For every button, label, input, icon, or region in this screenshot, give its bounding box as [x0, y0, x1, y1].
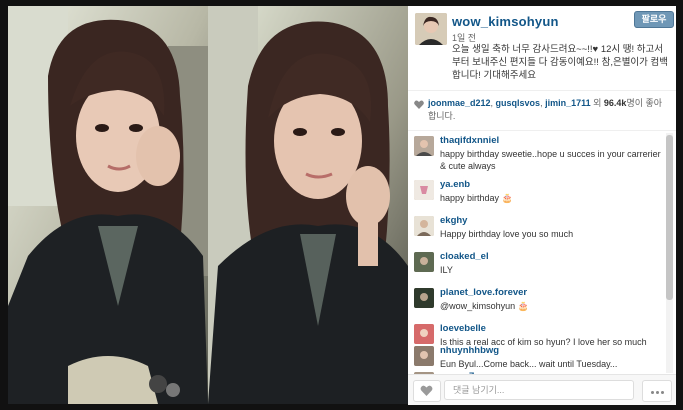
comment-input[interactable]: 댓글 남기기...	[444, 380, 634, 400]
likes-summary: joonmae_d212, gusqlsvos, jimin_1711 외 96…	[408, 90, 676, 131]
follow-button[interactable]: 팔로우	[634, 11, 674, 28]
commenter-username[interactable]: ekghy	[440, 215, 467, 226]
more-options-icon	[655, 391, 659, 394]
like-button[interactable]	[413, 380, 441, 402]
commenter-username[interactable]: ya.enb	[440, 179, 470, 190]
likes-count[interactable]: 96.4k	[604, 98, 627, 108]
comments-list[interactable]: thaqifdxnniel happy birthday sweetie..ho…	[408, 130, 676, 375]
commenter-avatar[interactable]	[414, 288, 434, 308]
post-caption: 오늘 생일 축하 너무 감사드려요~~!!♥ 12시 땡! 하고서부터 보내주신…	[452, 44, 669, 81]
post-details-panel: wow_kimsohyun 팔로우 1일 전 오늘 생일 축하 너무 감사드려요…	[408, 6, 676, 405]
commenter-username[interactable]: nhuynhhbwg	[440, 345, 499, 356]
commenter-avatar[interactable]	[414, 216, 434, 236]
comment-item: cloaked_el ILY	[408, 247, 666, 284]
photo-right-half	[208, 6, 408, 404]
comment-text: happy birthday 🎂	[440, 193, 513, 203]
commenter-avatar[interactable]	[414, 136, 434, 156]
comment-item: planet_love.forever @wow_kimsohyun 🎂	[408, 283, 666, 320]
scrollbar-thumb[interactable]	[666, 135, 673, 300]
post-photo[interactable]	[8, 6, 408, 404]
author-username[interactable]: wow_kimsohyun	[452, 14, 559, 29]
comment-text: Happy birthday love you so much	[440, 229, 574, 239]
liker-link[interactable]: joonmae_d212	[428, 98, 491, 108]
liker-link[interactable]: jimin_1711	[545, 98, 591, 108]
commenter-username[interactable]: planet_love.forever	[440, 287, 527, 298]
likes-suffix: 외	[590, 98, 604, 108]
commenter-avatar[interactable]	[414, 346, 434, 366]
commenter-avatar[interactable]	[414, 180, 434, 200]
post-modal: wow_kimsohyun 팔로우 1일 전 오늘 생일 축하 너무 감사드려요…	[0, 0, 683, 410]
commenter-avatar[interactable]	[414, 252, 434, 272]
liker-link[interactable]: gusqlsvos	[496, 98, 541, 108]
author-avatar[interactable]	[415, 13, 447, 45]
comment-text: happy birthday sweetie..hope u succes in…	[440, 149, 661, 171]
heart-icon	[420, 385, 433, 396]
comments-scrollbar[interactable]	[666, 133, 673, 373]
comment-item: ya.enb happy birthday 🎂	[408, 175, 666, 212]
more-options-button[interactable]	[642, 380, 672, 402]
post-header: wow_kimsohyun 팔로우 1일 전 오늘 생일 축하 너무 감사드려요…	[408, 6, 676, 90]
likes-text: joonmae_d212, gusqlsvos, jimin_1711 외 96…	[428, 97, 668, 123]
comment-text: ILY	[440, 265, 453, 275]
comment-item: thaqifdxnniel happy birthday sweetie..ho…	[408, 131, 666, 171]
post-footer: 댓글 남기기...	[408, 374, 676, 405]
more-options-icon	[650, 391, 654, 394]
commenter-username[interactable]: thaqifdxnniel	[440, 135, 499, 146]
more-options-icon	[660, 391, 664, 394]
commenter-username[interactable]: cloaked_el	[440, 251, 489, 262]
comment-text: @wow_kimsohyun 🎂	[440, 301, 529, 311]
commenter-username[interactable]: loevebelle	[440, 323, 486, 334]
comment-item: ekghy Happy birthday love you so much	[408, 211, 666, 248]
heart-icon	[414, 100, 424, 109]
photo-left-half	[8, 6, 208, 404]
